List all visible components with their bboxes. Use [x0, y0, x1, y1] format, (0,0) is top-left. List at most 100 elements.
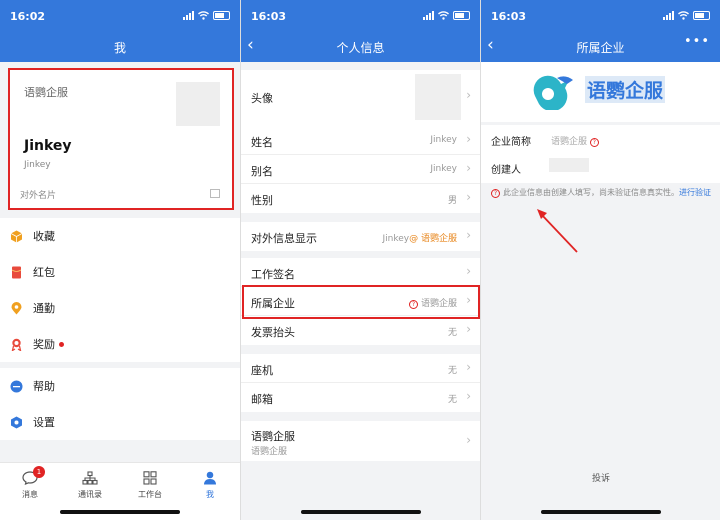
card-subname: Jinkey	[24, 160, 51, 170]
external-info-group: 对外信息显示 Jinkey@ 语鹦企服 ›	[241, 222, 480, 251]
tab-contacts[interactable]: 通讯录	[60, 471, 120, 500]
unverified-icon: ?	[589, 138, 599, 147]
profile-screen: 16:02 我 语鹦企服 Jinkey Jinkey 对外名片 收藏 红包 通勤	[0, 0, 240, 520]
menu-item-label: 奖励	[33, 338, 55, 351]
card-company: 语鹦企服	[24, 86, 68, 99]
company-suffix: @ 语鹦企服	[409, 234, 457, 244]
personal-info-screen: 16:03 ‹ 个人信息 头像 › 姓名 Jinkey › 别名 Jinkey …	[240, 0, 480, 520]
row-sublabel: 语鹦企服	[251, 447, 288, 457]
tab-label: 我	[206, 490, 214, 499]
row-label: 邮箱	[251, 393, 273, 406]
avatar	[176, 82, 220, 126]
tab-workbench[interactable]: 工作台	[120, 471, 180, 500]
page-title: 个人信息	[336, 41, 385, 55]
cube-icon	[10, 230, 23, 242]
logo-wordmark: 语鹦企服	[585, 76, 666, 103]
unread-badge: 1	[33, 466, 45, 478]
more-icon[interactable]: •••	[684, 34, 710, 49]
row-value: Jinkey	[430, 135, 457, 145]
chevron-right-icon: ›	[466, 190, 471, 204]
menu-item-settings[interactable]: 设置	[0, 404, 240, 440]
row-value: Jinkey	[430, 164, 457, 174]
row-value: Jinkey@ 语鹦企服	[382, 234, 458, 244]
verify-link[interactable]: 进行验证	[679, 188, 711, 197]
wifi-icon	[438, 11, 449, 20]
avatar	[415, 74, 461, 120]
complain-link[interactable]: 投诉	[481, 471, 720, 484]
gear-icon	[11, 416, 22, 428]
wifi-icon	[198, 11, 209, 20]
tab-label: 消息	[22, 490, 38, 499]
row-organization[interactable]: 语鹦企服 语鹦企服 ›	[241, 421, 480, 461]
row-email[interactable]: 邮箱 无 ›	[241, 383, 480, 412]
chevron-right-icon: ›	[466, 228, 471, 242]
row-landline[interactable]: 座机 无 ›	[241, 354, 480, 383]
menu-item-red-envelope[interactable]: 红包	[0, 254, 240, 290]
row-name[interactable]: 姓名 Jinkey ›	[241, 126, 480, 155]
tab-messages[interactable]: 1 消息	[0, 466, 60, 500]
chevron-right-icon: ›	[466, 360, 471, 374]
chevron-right-icon: ›	[466, 88, 471, 102]
chevron-right-icon: ›	[466, 433, 471, 447]
verify-notice: ? 此企业信息由创建人填写，尚未验证信息真实性。进行验证	[491, 187, 713, 199]
chevron-right-icon: ›	[466, 322, 471, 336]
qr-code-icon[interactable]	[210, 189, 220, 198]
tab-me[interactable]: 我	[180, 471, 240, 500]
org-chart-icon	[82, 471, 98, 485]
status-icons	[183, 11, 230, 20]
avatar-row[interactable]: 头像 ›	[241, 70, 480, 126]
status-time: 16:03	[251, 10, 287, 23]
annotation-arrow	[537, 209, 578, 253]
menu-item-help[interactable]: 帮助	[0, 368, 240, 404]
row-label: 语鹦企服	[251, 430, 295, 443]
row-value: 无	[447, 395, 457, 405]
chevron-right-icon: ›	[466, 132, 471, 146]
row-invoice-title[interactable]: 发票抬头 无 ›	[241, 316, 480, 345]
home-indicator	[540, 510, 661, 514]
page-title: 我	[113, 41, 126, 55]
tab-label: 通讯录	[78, 490, 102, 499]
parrot-logo-icon	[533, 75, 573, 110]
row-label: 姓名	[251, 136, 273, 149]
red-envelope-icon	[11, 266, 22, 278]
business-card[interactable]: 语鹦企服 Jinkey Jinkey 对外名片	[8, 68, 234, 210]
signal-icon	[663, 11, 674, 20]
company-logo: 语鹦企服	[481, 62, 720, 122]
wifi-icon	[678, 11, 689, 20]
menu-group-2: 帮助 设置	[0, 368, 240, 440]
highlight-box	[242, 285, 480, 319]
row-label: 座机	[251, 364, 273, 377]
menu-item-label: 收藏	[33, 230, 55, 243]
location-pin-icon	[11, 301, 22, 314]
chevron-right-icon: ›	[466, 161, 471, 175]
menu-item-favorites[interactable]: 收藏	[0, 218, 240, 254]
menu-item-rewards[interactable]: 奖励	[0, 326, 240, 362]
grid-icon	[143, 471, 157, 485]
row-gender[interactable]: 性别 男 ›	[241, 184, 480, 213]
status-bar: 16:03	[251, 10, 470, 24]
nav-bar: 16:02 我	[0, 0, 240, 62]
person-icon	[204, 471, 216, 485]
menu-item-label: 设置	[33, 416, 55, 429]
row-value: 男	[447, 196, 457, 206]
medal-icon	[11, 338, 22, 351]
row-value: 无	[447, 328, 457, 338]
chevron-right-icon: ›	[466, 264, 471, 278]
signal-icon	[423, 11, 434, 20]
help-chat-icon	[10, 380, 23, 392]
row-label: 别名	[251, 165, 273, 178]
short-name-value: 语鹦企服 ?	[551, 134, 602, 147]
basic-info-group: 姓名 Jinkey › 别名 Jinkey › 性别 男 ›	[241, 126, 480, 213]
row-label: 性别	[251, 194, 273, 207]
home-indicator	[60, 510, 180, 514]
status-bar: 16:02	[10, 10, 230, 24]
menu-item-commute[interactable]: 通勤	[0, 290, 240, 326]
row-alias[interactable]: 别名 Jinkey ›	[241, 155, 480, 184]
row-work-signature[interactable]: 工作签名 ›	[241, 258, 480, 287]
warning-icon: ?	[491, 189, 500, 198]
battery-icon	[453, 11, 470, 20]
chevron-right-icon: ›	[466, 389, 471, 403]
row-label: 工作签名	[251, 268, 295, 281]
menu-item-label: 红包	[33, 266, 55, 279]
row-external-display[interactable]: 对外信息显示 Jinkey@ 语鹦企服 ›	[241, 222, 480, 251]
